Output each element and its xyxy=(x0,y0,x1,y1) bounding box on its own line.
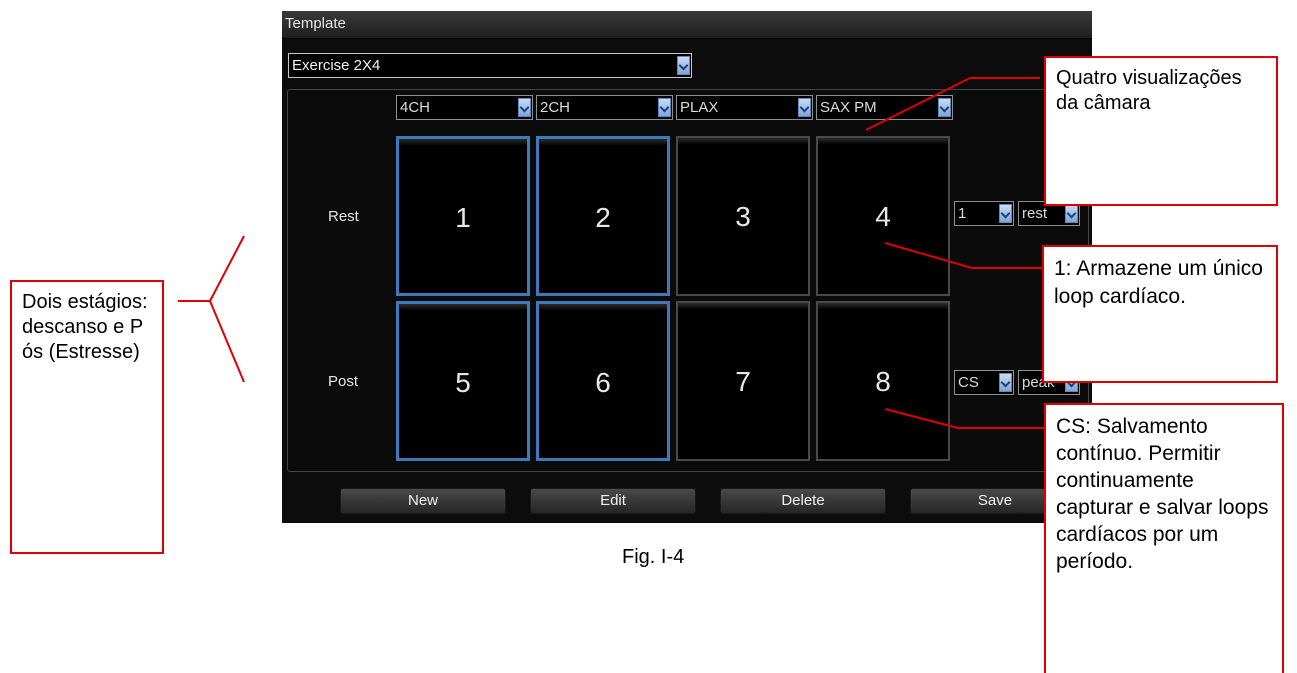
template-select[interactable]: Exercise 2X4 xyxy=(288,53,692,78)
callout-single-loop: 1: Armazene um único loop cardíaco. xyxy=(1042,245,1278,383)
view-cell[interactable]: 4 xyxy=(816,136,950,296)
view-cell[interactable]: 7 xyxy=(676,301,810,461)
rest-count-select[interactable]: 1 xyxy=(954,201,1014,226)
window-title: Template xyxy=(285,15,346,32)
view-cell[interactable]: 5 xyxy=(396,301,530,461)
view-select-1[interactable]: 4CH xyxy=(396,95,533,120)
view-cell[interactable]: 3 xyxy=(676,136,810,296)
view-select-2-value: 2CH xyxy=(540,99,571,116)
cell-number: 5 xyxy=(455,367,471,398)
leader-line-stages xyxy=(209,235,245,302)
figure-caption: Fig. I-4 xyxy=(622,546,685,568)
post-count-select[interactable]: CS xyxy=(954,370,1014,395)
view-cell[interactable]: 6 xyxy=(536,301,670,461)
chevron-down-icon[interactable] xyxy=(938,98,951,117)
chevron-down-icon[interactable] xyxy=(798,98,811,117)
view-cell[interactable]: 1 xyxy=(396,136,530,296)
delete-button[interactable]: Delete xyxy=(720,488,886,514)
cell-number: 2 xyxy=(595,202,611,233)
cell-number: 7 xyxy=(735,366,751,397)
cell-number: 3 xyxy=(735,201,751,232)
cell-number: 6 xyxy=(595,367,611,398)
rest-count-value: 1 xyxy=(958,205,967,222)
view-cell[interactable]: 2 xyxy=(536,136,670,296)
new-button[interactable]: New xyxy=(340,488,506,514)
chevron-down-icon[interactable] xyxy=(658,98,671,117)
view-select-3[interactable]: PLAX xyxy=(676,95,813,120)
chevron-down-icon[interactable] xyxy=(1065,204,1078,223)
chevron-down-icon[interactable] xyxy=(999,373,1012,392)
template-select-value: Exercise 2X4 xyxy=(292,57,381,74)
cell-number: 1 xyxy=(455,202,471,233)
rest-stage-value: rest xyxy=(1022,205,1048,222)
row-label-post: Post xyxy=(328,373,359,390)
cell-number: 4 xyxy=(875,201,891,232)
view-select-1-value: 4CH xyxy=(400,99,431,116)
view-select-4-value: SAX PM xyxy=(820,99,877,116)
callout-continuous-save: CS: Salvamento contínuo. Permitir contin… xyxy=(1044,403,1284,673)
row-label-rest: Rest xyxy=(328,208,359,225)
view-select-4[interactable]: SAX PM xyxy=(816,95,953,120)
post-count-value: CS xyxy=(958,374,979,391)
leader-line-stages xyxy=(209,300,245,383)
chevron-down-icon[interactable] xyxy=(518,98,531,117)
callout-two-stages: Dois estágios: descanso e Pós (Estresse) xyxy=(10,280,164,554)
chevron-down-icon[interactable] xyxy=(677,56,690,75)
view-select-3-value: PLAX xyxy=(680,99,719,116)
view-select-2[interactable]: 2CH xyxy=(536,95,673,120)
template-grid-panel: 4CH 2CH PLAX SAX PM Rest Post 1 2 3 4 5 … xyxy=(287,89,1089,472)
title-bar: Template xyxy=(282,11,1092,39)
edit-button[interactable]: Edit xyxy=(530,488,696,514)
view-cell[interactable]: 8 xyxy=(816,301,950,461)
template-window: Template Exercise 2X4 4CH 2CH PLAX SAX P… xyxy=(282,11,1092,523)
chevron-down-icon[interactable] xyxy=(999,204,1012,223)
cell-number: 8 xyxy=(875,366,891,397)
callout-camera-views: Quatro visualizações da câmara xyxy=(1044,56,1278,206)
